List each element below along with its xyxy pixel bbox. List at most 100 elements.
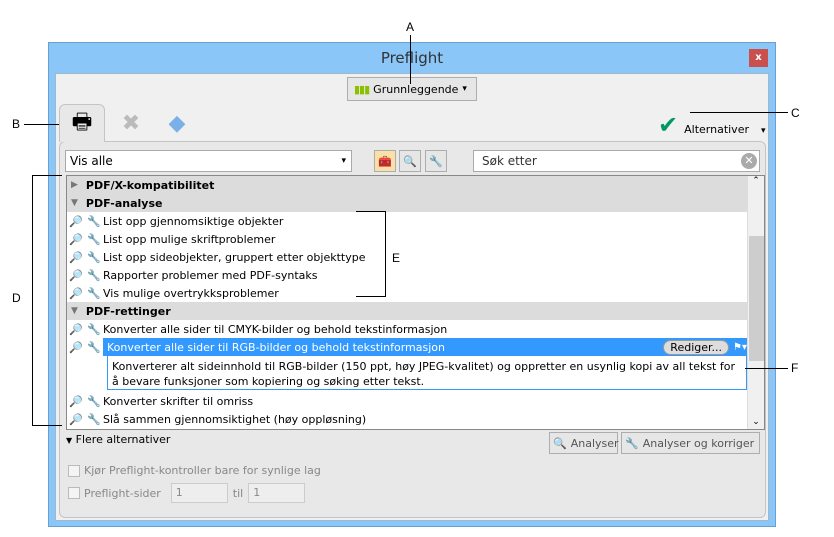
callout-b: B — [12, 117, 21, 131]
show-fixes-button[interactable]: 🔧 — [425, 150, 447, 172]
item-label: List opp sideobjekter, gruppert etter ob… — [103, 250, 366, 264]
to-label: til — [232, 486, 244, 500]
item-label: Vis mulige overtrykksproblemer — [103, 286, 279, 300]
show-fixups-button[interactable]: 🧰 — [374, 150, 396, 172]
tools-icon: ✖ — [121, 110, 141, 136]
wrench-icon: 🔧 — [429, 154, 443, 168]
group-pdf-fixups[interactable]: ▼ PDF-rettinger — [67, 302, 747, 320]
check-magnifier-icon: 🔎 — [69, 286, 83, 300]
visible-layers-label: Kjør Preflight-kontroller bare for synli… — [84, 464, 321, 477]
list-item[interactable]: 🔎 🔧 Konverter skrifter til omriss — [67, 392, 747, 410]
preflight-window: Preflight x ▮▮▮ Grunnleggende ▾ 🖶 ✖ ◆ ✔ … — [48, 42, 776, 527]
list-item[interactable]: 🔎 🔧 List opp sideobjekter, gruppert etter … — [67, 248, 747, 266]
window-title: Preflight — [380, 49, 444, 67]
scroll-down-icon[interactable]: ⌄ — [748, 417, 764, 427]
more-options-label: Flere alternativer — [75, 433, 171, 446]
list-item[interactable]: 🔎 🔧 List opp gjennomsiktige objekter — [67, 212, 747, 230]
list-item[interactable]: 🔎 🔧 Konverter alle sider til CMYK-bilder o… — [67, 320, 747, 338]
analyze-fix-button[interactable]: 🔧 Analyser og korriger — [621, 432, 760, 454]
tab-results[interactable]: ✖ — [108, 104, 154, 142]
list-item-selected[interactable]: 🔎 🔧 Konverter alle sider til RGB-bilder o… — [67, 338, 747, 356]
item-label: List opp mulige skriftproblemer — [103, 232, 276, 246]
wrench-icon: 🔧 — [87, 214, 101, 228]
check-magnifier-icon: 🔎 — [69, 268, 83, 282]
diamond-icon: ◆ — [168, 110, 186, 136]
pages-label: Preflight-sider — [84, 486, 161, 500]
collapse-icon: ▼ — [66, 436, 73, 445]
callout-bracket — [356, 211, 386, 297]
options-label: Alternativer — [684, 123, 749, 136]
collapse-icon: ▼ — [71, 198, 78, 208]
group-pdfx[interactable]: ▶ PDF/X-kompatibilitet — [67, 176, 747, 194]
pages-checkbox[interactable] — [68, 487, 80, 499]
check-magnifier-icon: 🔎 — [69, 214, 83, 228]
profiles-list: ▶ PDF/X-kompatibilitet ▼ PDF-analyse 🔎 🔧 Lis… — [66, 175, 765, 430]
magnifier-icon: 🔍 — [403, 154, 417, 168]
wrench-icon: 🔧 — [87, 268, 101, 282]
check-magnifier-icon: 🔎 — [69, 250, 83, 264]
item-label: Konverter alle sider til CMYK-bilder og … — [103, 322, 448, 336]
scroll-thumb[interactable] — [749, 236, 764, 361]
visible-layers-option[interactable]: Kjør Preflight-kontroller bare for synli… — [68, 464, 321, 477]
more-options-toggle[interactable]: ▼ Flere alternativer — [66, 433, 170, 446]
chevron-down-icon: ▾ — [341, 156, 346, 166]
show-checks-button[interactable]: 🔍 — [399, 150, 421, 172]
tab-standards[interactable]: ◆ — [154, 104, 200, 142]
wrench-icon: 🔧 — [87, 232, 101, 246]
toolbox-icon: 🧰 — [378, 154, 392, 168]
group-label: PDF/X-kompatibilitet — [85, 178, 215, 192]
edit-button[interactable]: Rediger... — [663, 339, 730, 355]
search-input[interactable]: Søk etter ✕ — [473, 150, 760, 172]
chevron-down-icon: ▾ — [760, 126, 766, 136]
analyze-button[interactable]: 🔍 Analyser — [549, 432, 619, 454]
wrench-icon: 🔧 — [87, 340, 101, 354]
pages-option: Preflight-sider 1 til 1 — [68, 483, 306, 503]
bars-icon: ▮▮▮ — [354, 82, 370, 96]
pages-to-input[interactable]: 1 — [248, 483, 306, 503]
filter-dropdown[interactable]: Vis alle ▾ — [65, 150, 352, 172]
close-button[interactable]: x — [749, 49, 768, 67]
callout-c: C — [791, 106, 800, 120]
callout-bracket — [32, 175, 62, 426]
item-label: Konverter alle sider til RGB-bilder og b… — [107, 340, 446, 354]
item-label: Konverter skrifter til omriss — [103, 394, 254, 408]
check-magnifier-icon: 🔎 — [69, 322, 83, 336]
item-description: Konverterer alt sideinnhold til RGB-bild… — [107, 355, 747, 390]
callout-d: D — [12, 291, 21, 305]
wrench-icon: 🔧 — [87, 322, 101, 336]
list-item[interactable]: 🔎 🔧 Slå sammen gjennomsiktighet (høy opplø… — [67, 410, 747, 428]
item-label: Rapporter problemer med PDF-syntaks — [103, 268, 318, 282]
callout-line — [24, 124, 64, 125]
list-item[interactable]: 🔎 🔧 Vis mulige overtrykksproblemer — [67, 284, 747, 302]
pages-from-input[interactable]: 1 — [170, 483, 228, 503]
wrench-icon: 🔧 — [87, 412, 101, 426]
item-label: List opp gjennomsiktige objekter — [103, 214, 284, 228]
wrench-icon: 🔧 — [87, 250, 101, 264]
analyze-fix-label: Analyser og korriger — [642, 436, 755, 450]
wrench-icon: 🔧 — [87, 286, 101, 300]
clear-search-icon[interactable]: ✕ — [741, 153, 757, 169]
profile-dropdown[interactable]: ▮▮▮ Grunnleggende ▾ — [347, 77, 477, 101]
scrollbar[interactable]: ⌃ ⌄ — [747, 176, 764, 429]
dialog-body: ▮▮▮ Grunnleggende ▾ 🖶 ✖ ◆ ✔ Alternativer… — [55, 73, 769, 521]
options-menu[interactable]: ✔ Alternativer ▾ — [658, 111, 766, 139]
filter-value: Vis alle — [70, 154, 113, 168]
callout-f: F — [791, 361, 799, 375]
analyze-label: Analyser — [570, 436, 619, 450]
flag-icon[interactable]: ⚑▾ — [733, 342, 747, 353]
list-item[interactable]: 🔎 🔧 List opp mulige skriftproblemer — [67, 230, 747, 248]
print-magnifier-icon: 🖶 — [71, 109, 93, 135]
search-placeholder: Søk etter — [482, 154, 537, 168]
magnifier-icon: 🔍 — [553, 436, 567, 450]
tab-profiles[interactable]: 🖶 — [59, 104, 105, 142]
wrench-magnifier-icon: 🔧 — [625, 436, 639, 450]
callout-e: E — [392, 251, 401, 265]
check-magnifier-icon: 🔎 — [69, 340, 83, 354]
visible-layers-checkbox[interactable] — [68, 465, 80, 477]
callout-line — [745, 368, 788, 369]
callout-line — [410, 35, 411, 84]
check-icon: ✔ — [658, 111, 679, 139]
list-item[interactable]: 🔎 🔧 Rapporter problemer med PDF-syntaks — [67, 266, 747, 284]
scroll-up-icon[interactable]: ⌃ — [748, 176, 764, 186]
group-pdf-analysis[interactable]: ▼ PDF-analyse — [67, 194, 747, 212]
